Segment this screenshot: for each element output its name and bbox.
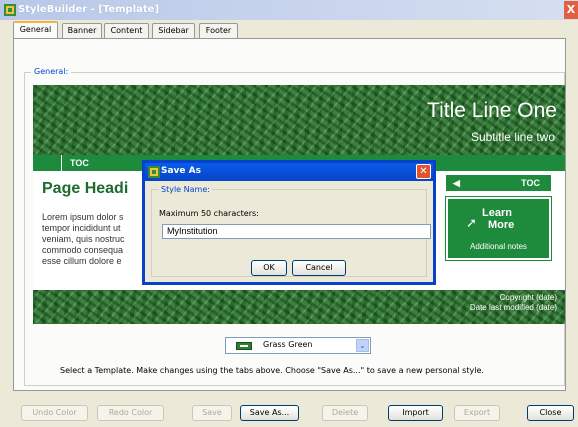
preview-title-line-one: Title Line One	[427, 99, 557, 122]
style-name-label: Style Name:	[159, 185, 212, 194]
style-name-input[interactable]: MyInstitution	[162, 224, 431, 239]
lorem-line: veniam, quis nostruc	[42, 234, 125, 244]
save-button[interactable]: Save	[192, 405, 232, 421]
preview-learn-more-box: ➚ Learn More Additional notes	[445, 196, 552, 261]
tab-sidebar[interactable]: Sidebar	[152, 23, 195, 39]
lorem-line: tempor incididunt ut	[42, 223, 121, 233]
preview-footer-text: Copyright (date) Date last modified (dat…	[470, 293, 557, 313]
swatch-icon	[236, 342, 252, 350]
template-select[interactable]: Grass Green ⌄	[225, 337, 371, 354]
app-icon	[148, 166, 160, 178]
preview-toc-right-label: TOC	[521, 178, 540, 188]
dialog-close-button[interactable]: ✕	[416, 164, 431, 179]
dialog-title-bar[interactable]: Save As ✕	[145, 163, 433, 181]
window-close-button[interactable]: X	[564, 1, 578, 19]
lorem-line: Lorem ipsum dolor s	[42, 212, 124, 222]
preview-subtitle-line-two: Subtitle line two	[470, 130, 555, 144]
tab-content[interactable]: Content	[104, 23, 149, 39]
arrow-icon: ➚	[466, 215, 477, 230]
lorem-line: esse cillum dolore e	[42, 256, 122, 266]
preview-footer: Copyright (date) Date last modified (dat…	[33, 290, 565, 324]
lorem-line: commodo consequa	[42, 245, 124, 255]
preview-additional-notes: Additional notes	[470, 242, 527, 251]
redo-color-button[interactable]: Redo Color	[97, 405, 164, 421]
left-arrow-icon: ◀	[453, 178, 460, 188]
preview-toc-right: ◀ TOC	[446, 175, 551, 191]
cancel-button[interactable]: Cancel	[292, 260, 346, 276]
chevron-down-icon[interactable]: ⌄	[356, 339, 369, 352]
title-bar[interactable]: StyleBuilder - [Template] X	[0, 0, 578, 20]
ok-button[interactable]: OK	[251, 260, 287, 276]
delete-button[interactable]: Delete	[322, 405, 368, 421]
tab-footer[interactable]: Footer	[199, 23, 238, 39]
export-button[interactable]: Export	[454, 405, 500, 421]
stylebuilder-window: StyleBuilder - [Template] X General Bann…	[0, 0, 578, 427]
general-group-label: General:	[31, 67, 72, 76]
import-button[interactable]: Import	[388, 405, 443, 421]
save-as-button[interactable]: Save As...	[240, 405, 299, 421]
save-as-dialog: Save As ✕ Style Name: Maximum 50 charact…	[142, 160, 436, 285]
template-select-value: Grass Green	[263, 340, 313, 349]
dialog-title: Save As	[161, 166, 201, 176]
preview-learn: Learn	[482, 207, 512, 219]
max-characters-label: Maximum 50 characters:	[159, 209, 259, 218]
window-title: StyleBuilder - [Template]	[18, 4, 160, 15]
instruction-text: Select a Template. Make changes using th…	[60, 366, 484, 375]
preview-banner: Title Line One Subtitle line two	[33, 85, 565, 155]
preview-copyright: Copyright (date)	[499, 293, 557, 302]
preview-body-text: Lorem ipsum dolor s tempor incididunt ut…	[42, 212, 152, 268]
preview-date-modified: Date last modified (date)	[469, 303, 557, 312]
preview-more: More	[488, 219, 515, 231]
preview-toc-left: TOC	[61, 155, 89, 171]
close-button[interactable]: Close	[527, 405, 574, 421]
undo-color-button[interactable]: Undo Color	[21, 405, 88, 421]
preview-page-heading: Page Headi	[42, 180, 129, 197]
app-icon	[4, 4, 16, 16]
tab-banner[interactable]: Banner	[62, 23, 102, 39]
